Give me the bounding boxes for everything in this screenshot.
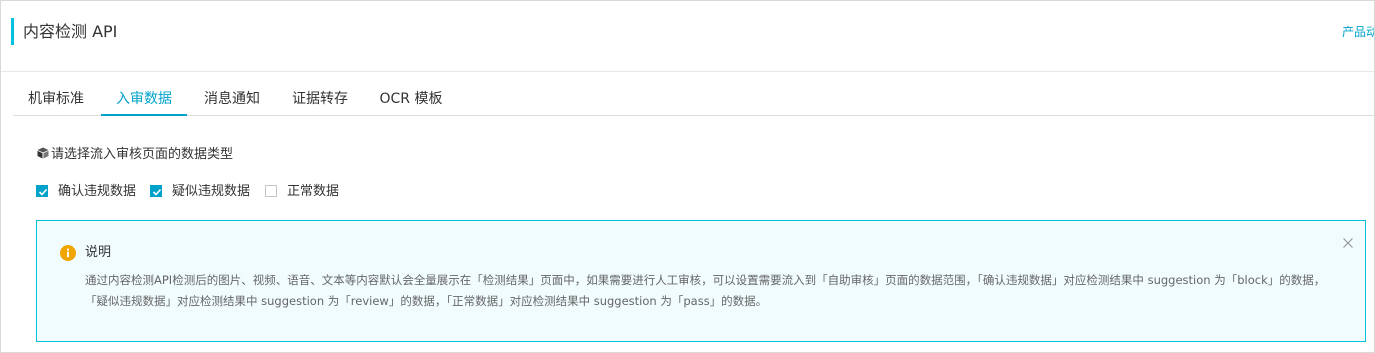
checkbox-confirmed-violation[interactable]: 确认违规数据 bbox=[36, 183, 144, 201]
tab-bar: 机审标准 入审数据 消息通知 证据转存 OCR 模板 bbox=[13, 87, 1374, 116]
check-icon bbox=[152, 188, 162, 196]
page-title: 内容检测 API bbox=[23, 22, 118, 41]
info-icon bbox=[60, 245, 76, 261]
checkbox-box[interactable] bbox=[150, 185, 162, 197]
check-icon bbox=[38, 188, 48, 196]
title-accent-bar bbox=[11, 18, 14, 45]
checkbox-label: 正常数据 bbox=[287, 184, 340, 199]
checkbox-suspected-violation[interactable]: 疑似违规数据 bbox=[150, 183, 258, 201]
checkbox-box[interactable] bbox=[36, 185, 48, 197]
close-icon[interactable] bbox=[1342, 237, 1354, 249]
cube-icon bbox=[37, 147, 49, 159]
notice-title: 说明 bbox=[85, 245, 112, 260]
section-title: 请选择流入审核页面的数据类型 bbox=[37, 146, 233, 164]
section-title-label: 请选择流入审核页面的数据类型 bbox=[51, 147, 234, 162]
info-notice: 说明 通过内容检测API检测后的图片、视频、语音、文本等内容默认会全量展示在「检… bbox=[36, 220, 1366, 342]
checkbox-normal-data[interactable]: 正常数据 bbox=[265, 183, 349, 201]
tab-machine-review-standard[interactable]: 机审标准 bbox=[27, 87, 85, 115]
page-header: 内容检测 API 产品动 bbox=[1, 1, 1374, 72]
tab-evidence-storage[interactable]: 证据转存 bbox=[291, 87, 349, 115]
api-config-panel: 内容检测 API 产品动 机审标准 入审数据 消息通知 证据转存 OCR 模板 … bbox=[0, 0, 1375, 353]
checkbox-label: 确认违规数据 bbox=[58, 184, 137, 199]
tab-ocr-template[interactable]: OCR 模板 bbox=[379, 87, 443, 115]
checkbox-label: 疑似违规数据 bbox=[172, 184, 251, 199]
tab-review-data[interactable]: 入审数据 bbox=[101, 87, 187, 116]
checkbox-box[interactable] bbox=[265, 185, 277, 197]
product-link[interactable]: 产品动 bbox=[1342, 24, 1374, 40]
notice-text: 通过内容检测API检测后的图片、视频、语音、文本等内容默认会全量展示在「检测结果… bbox=[85, 273, 1326, 308]
tab-message-notification[interactable]: 消息通知 bbox=[203, 87, 261, 115]
